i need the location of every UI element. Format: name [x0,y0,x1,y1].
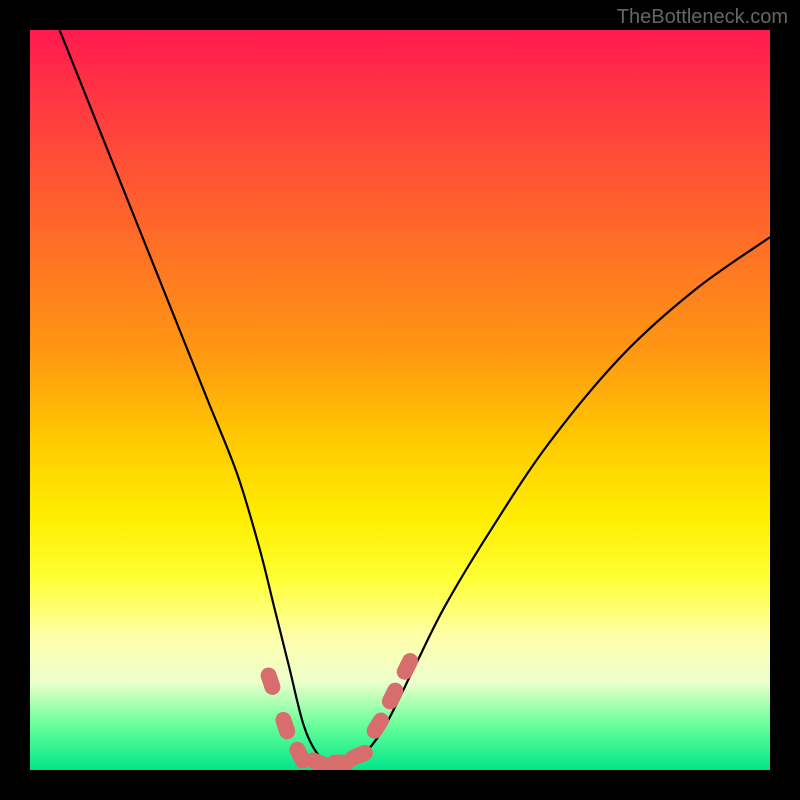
chart-plot-background [30,30,770,770]
watermark-text: TheBottleneck.com [617,6,788,29]
